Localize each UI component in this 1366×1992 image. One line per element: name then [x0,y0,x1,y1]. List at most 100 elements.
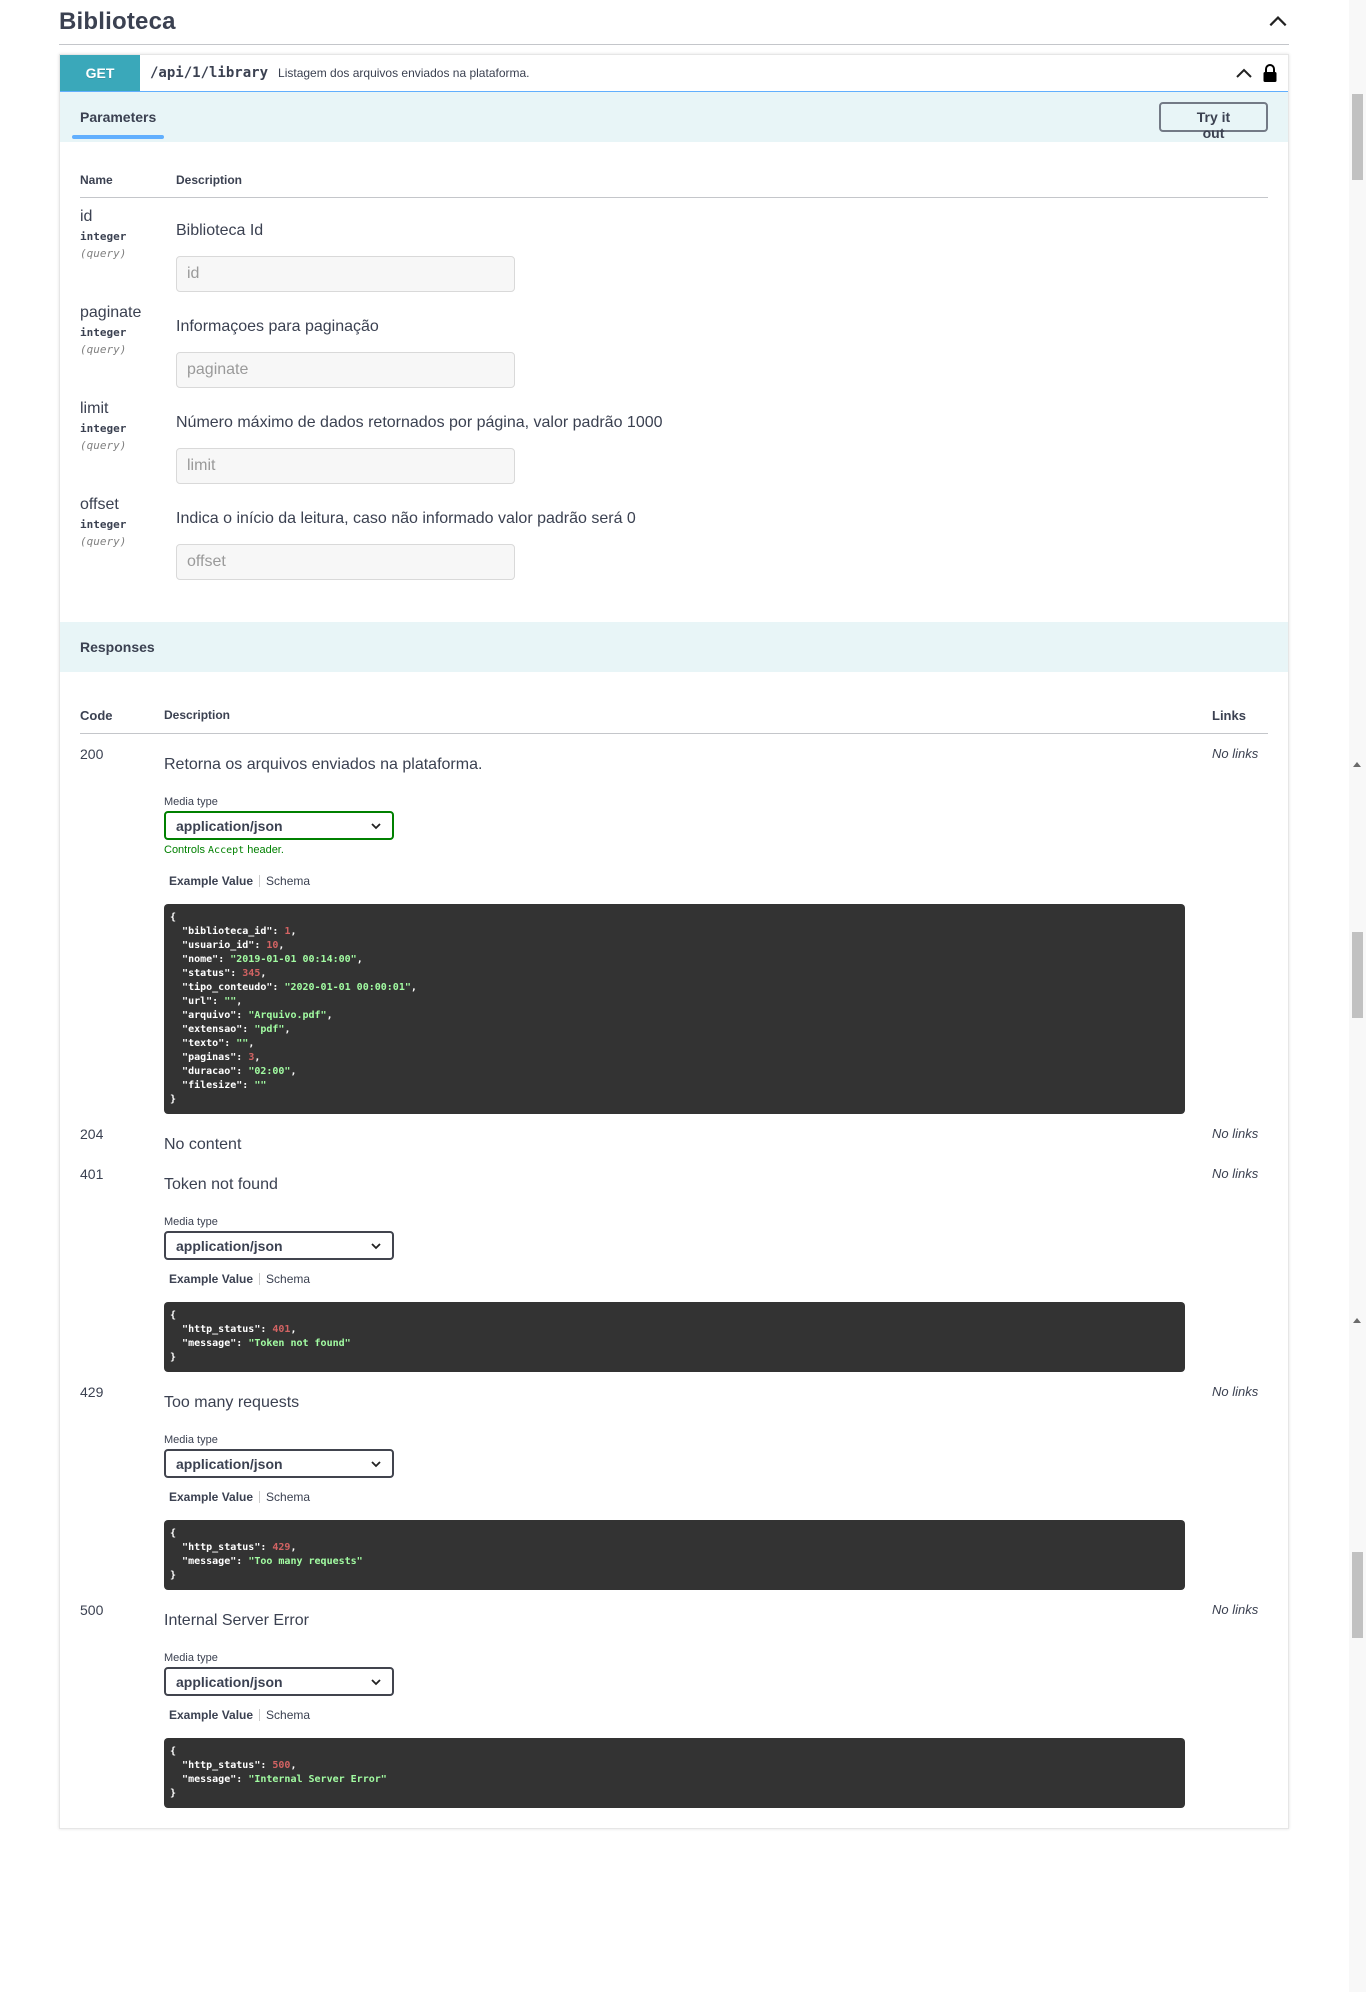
response-description-cell: No content [164,1126,1212,1154]
responses-table: Code Description Links 200 Retorna os ar… [60,672,1288,1828]
json-key: "status" [182,968,231,979]
media-type-value: application/json [176,817,283,834]
scrollbar-thumb[interactable] [1352,1552,1363,1638]
json-value: "Token not found" [248,1338,351,1349]
json-key: "http_status" [182,1324,261,1335]
tab-example-value[interactable]: Example Value [169,874,253,888]
response-code: 200 [80,746,104,762]
media-type-select[interactable]: application/json [164,1667,394,1696]
tab-example-value[interactable]: Example Value [169,1272,253,1286]
response-description: No content [164,1136,242,1153]
chevron-down-icon [371,1242,381,1249]
json-value: "" [254,1080,267,1091]
tab-parameters-label: Parameters [80,109,157,125]
parameter-input[interactable] [176,256,515,292]
json-key: "url" [182,996,213,1007]
scrollbar-thumb[interactable] [1352,932,1363,1018]
json-key: "usuario_id" [182,940,255,951]
parameters-table: Name Description id integer (query) Bibl… [60,142,1288,622]
example-code-block: { "http_status": 429, "message": "Too ma… [164,1520,1185,1590]
responses-title: Responses [80,639,155,655]
json-value: "Internal Server Error" [248,1774,387,1785]
parameter-type: integer [80,422,127,435]
example-tabs: Example Value Schema [164,1490,1212,1504]
parameter-input[interactable] [176,352,515,388]
response-row: 200 Retorna os arquivos enviados na plat… [80,734,1268,1114]
response-description: Retorna os arquivos enviados na platafor… [164,756,483,773]
example-code-block: { "http_status": 401, "message": "Token … [164,1302,1185,1372]
parameter-row: limit integer (query) Número máximo de d… [80,390,1268,486]
scrollbar-thumb[interactable] [1352,94,1363,180]
lock-icon[interactable] [1262,63,1278,83]
json-key: "message" [182,1338,237,1349]
chevron-up-icon[interactable] [1234,63,1254,83]
json-value: "Too many requests" [248,1556,363,1567]
json-value: 345 [242,968,261,979]
parameter-description-cell: Informaçoes para paginação [176,304,515,390]
parameter-input[interactable] [176,448,515,484]
json-value: 500 [272,1760,291,1771]
operation-summary-text: Listagem dos arquivos enviados na plataf… [278,66,530,80]
json-key: "http_status" [182,1760,261,1771]
page-scrollbar[interactable] [1349,0,1366,1992]
response-description-cell: Retorna os arquivos enviados na platafor… [164,746,1212,1114]
parameter-name: limit [80,400,109,417]
parameter-input[interactable] [176,544,515,580]
response-row: 429 Too many requests Media type applicat… [80,1372,1268,1590]
tab-schema[interactable]: Schema [266,874,310,888]
tab-schema[interactable]: Schema [266,1272,310,1286]
json-value: "pdf" [254,1024,285,1035]
response-description: Internal Server Error [164,1612,309,1629]
json-key: "filesize" [182,1080,243,1091]
media-type-select[interactable]: application/json [164,1449,394,1478]
parameter-name-cell: paginate integer (query) [80,304,176,390]
media-type-select[interactable]: application/json [164,1231,394,1260]
response-links: No links [1212,746,1259,761]
response-row: 204 No content No links [80,1114,1268,1154]
tab-separator [259,1491,261,1503]
parameter-location: (query) [80,439,127,452]
media-type-label: Media type [164,796,218,808]
parameter-name: offset [80,496,119,513]
operation-summary[interactable]: GET /api/1/library Listagem dos arquivos… [60,55,1288,92]
example-tabs: Example Value Schema [164,1272,1212,1286]
chevron-up-icon[interactable] [1267,11,1289,33]
parameter-type: integer [80,518,127,531]
response-description-cell: Internal Server Error Media type applicat… [164,1602,1212,1808]
tab-parameters[interactable]: Parameters [72,109,165,139]
response-row: 401 Token not found Media type applicatio… [80,1154,1268,1372]
parameter-description-cell: Número máximo de dados retornados por pá… [176,400,663,486]
parameter-type: integer [80,230,127,243]
tab-example-value[interactable]: Example Value [169,1708,253,1722]
col-links: Links [1212,708,1246,723]
tab-schema[interactable]: Schema [266,1708,310,1722]
scroll-up-arrow[interactable] [1353,1318,1361,1323]
media-type-label: Media type [164,1652,218,1664]
json-value: "2019-01-01 00:14:00" [230,954,357,965]
section-header[interactable]: Biblioteca [59,0,1289,45]
media-type-select[interactable]: application/json [164,811,394,840]
col-code: Code [80,708,113,723]
parameters-header: Parameters Try it out [60,92,1288,142]
json-value: "" [224,996,237,1007]
parameter-row: id integer (query) Biblioteca Id [80,198,1268,294]
tab-separator [259,1709,261,1721]
parameters-table-header: Name Description [80,162,1268,198]
tab-example-value[interactable]: Example Value [169,1490,253,1504]
response-code: 429 [80,1384,104,1400]
json-key: "message" [182,1556,237,1567]
chevron-down-icon [371,822,381,829]
parameter-name-cell: offset integer (query) [80,496,176,582]
operation-path: /api/1/library [150,65,269,81]
example-tabs: Example Value Schema [164,874,1212,888]
try-it-out-button[interactable]: Try it out [1159,102,1268,141]
response-row: 500 Internal Server Error Media type appl… [80,1590,1268,1808]
parameter-location: (query) [80,247,127,260]
tab-schema[interactable]: Schema [266,1490,310,1504]
json-key: "biblioteca_id" [182,926,273,937]
response-description: Token not found [164,1176,278,1193]
parameter-description-cell: Biblioteca Id [176,208,515,294]
response-links: No links [1212,1126,1259,1141]
json-key: "nome" [182,954,219,965]
scroll-up-arrow[interactable] [1353,762,1361,767]
